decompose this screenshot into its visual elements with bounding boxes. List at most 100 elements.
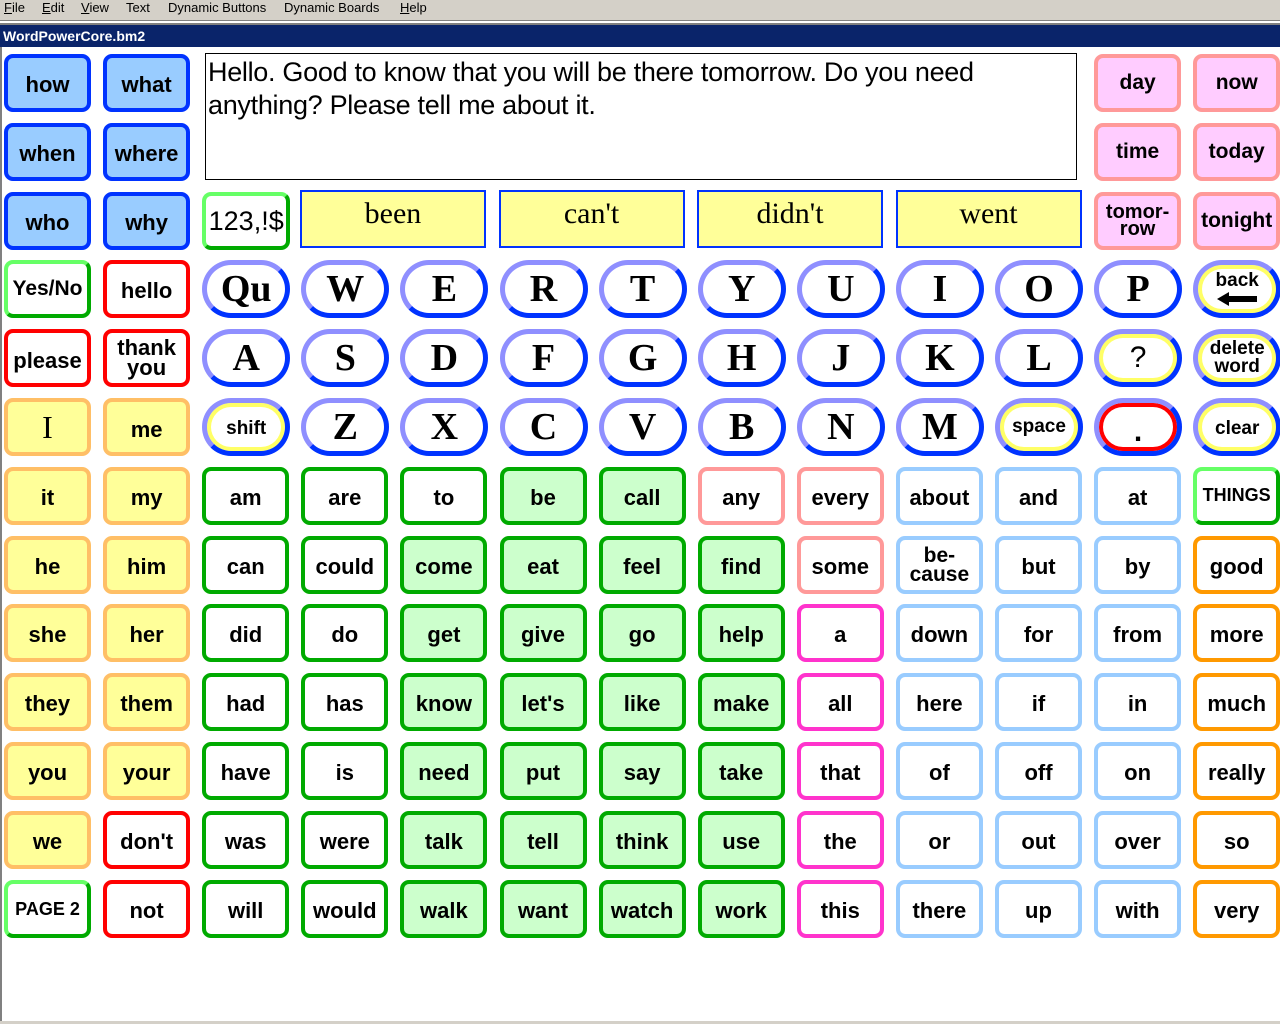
word-button-talk[interactable]: talk: [400, 810, 488, 869]
word-button-this[interactable]: this: [796, 879, 884, 938]
word-button-out[interactable]: out: [995, 810, 1082, 869]
key-t[interactable]: T: [598, 260, 687, 319]
word-button-not[interactable]: not: [103, 879, 191, 938]
word-button-more[interactable]: more: [1193, 604, 1280, 663]
key-g[interactable]: G: [598, 329, 687, 388]
word-button-at[interactable]: at: [1094, 466, 1182, 525]
question-mark-key[interactable]: ?: [1094, 329, 1183, 388]
button-day[interactable]: day: [1094, 54, 1182, 112]
word-button-will[interactable]: will: [202, 879, 290, 938]
key-k[interactable]: K: [895, 329, 984, 388]
key-o[interactable]: O: [995, 260, 1083, 319]
word-prediction-didn-t[interactable]: didn't: [697, 190, 883, 248]
word-button-get[interactable]: get: [400, 604, 488, 663]
button-time[interactable]: time: [1094, 122, 1182, 181]
word-button-here[interactable]: here: [895, 673, 983, 732]
word-button-can[interactable]: can: [202, 535, 290, 594]
word-prediction-can-t[interactable]: can't: [498, 190, 685, 248]
word-button-the[interactable]: the: [796, 810, 884, 869]
button-who[interactable]: who: [4, 191, 91, 250]
word-button-feel[interactable]: feel: [598, 535, 686, 594]
word-button-know[interactable]: know: [400, 673, 488, 732]
button-how[interactable]: how: [4, 54, 91, 112]
word-button-in[interactable]: in: [1094, 673, 1182, 732]
word-button-think[interactable]: think: [598, 810, 686, 869]
key-l[interactable]: L: [995, 329, 1083, 388]
key-p[interactable]: P: [1094, 260, 1183, 319]
key-d[interactable]: D: [400, 329, 489, 388]
word-button-but[interactable]: but: [995, 535, 1082, 594]
word-button-to[interactable]: to: [400, 466, 488, 525]
key-x[interactable]: X: [400, 398, 489, 456]
word-button-over[interactable]: over: [1094, 810, 1182, 869]
word-button-about[interactable]: about: [895, 466, 983, 525]
word-button-my[interactable]: my: [103, 466, 191, 525]
key-u[interactable]: U: [796, 260, 885, 319]
word-button-much[interactable]: much: [1193, 673, 1280, 732]
word-button-help[interactable]: help: [697, 604, 785, 663]
word-button-your[interactable]: your: [103, 742, 191, 800]
word-button-give[interactable]: give: [499, 604, 587, 663]
word-button-make[interactable]: make: [697, 673, 785, 732]
word-button-could[interactable]: could: [301, 535, 389, 594]
word-button-down[interactable]: down: [895, 604, 983, 663]
word-button-be[interactable]: be: [499, 466, 587, 525]
key-h[interactable]: H: [697, 329, 786, 388]
word-button-was[interactable]: was: [202, 810, 290, 869]
word-button-say[interactable]: say: [598, 742, 686, 800]
button-tonight[interactable]: tonight: [1193, 191, 1280, 250]
menu-dynamic-buttons[interactable]: Dynamic Buttons: [168, 0, 266, 18]
word-button-that[interactable]: that: [796, 742, 884, 800]
word-button-are[interactable]: are: [301, 466, 389, 525]
button-why[interactable]: why: [103, 191, 191, 250]
word-button-she[interactable]: she: [4, 604, 91, 663]
word-button-if[interactable]: if: [995, 673, 1082, 732]
word-button-he[interactable]: he: [4, 535, 91, 594]
key-m[interactable]: M: [895, 398, 984, 456]
word-button-good[interactable]: good: [1193, 535, 1280, 594]
word-button-be-cause[interactable]: be-cause: [895, 535, 983, 594]
word-button-don-t[interactable]: don't: [103, 810, 191, 869]
word-button-off[interactable]: off: [995, 742, 1082, 800]
word-button-let-s[interactable]: let's: [499, 673, 587, 732]
word-button-put[interactable]: put: [499, 742, 587, 800]
word-button-walk[interactable]: walk: [400, 879, 488, 938]
space-key[interactable]: space: [995, 398, 1083, 456]
word-button-would[interactable]: would: [301, 879, 389, 938]
button-me[interactable]: me: [103, 398, 191, 456]
yes-no-button[interactable]: Yes/No: [4, 260, 91, 319]
key-s[interactable]: S: [301, 329, 390, 388]
word-button-from[interactable]: from: [1094, 604, 1182, 663]
word-button-am[interactable]: am: [202, 466, 290, 525]
period-key[interactable]: .: [1094, 398, 1183, 456]
word-button-page-2[interactable]: PAGE 2: [4, 879, 91, 938]
word-button-take[interactable]: take: [697, 742, 785, 800]
word-button-every[interactable]: every: [796, 466, 884, 525]
word-button-him[interactable]: him: [103, 535, 191, 594]
key-i[interactable]: I: [895, 260, 984, 319]
numbers-punctuation-button[interactable]: 123,!$: [202, 191, 291, 250]
key-v[interactable]: V: [598, 398, 687, 456]
word-button-them[interactable]: them: [103, 673, 191, 732]
thank-you-button[interactable]: thank you: [103, 329, 191, 388]
menu-dynamic-boards[interactable]: Dynamic Boards: [284, 0, 379, 18]
word-button-has[interactable]: has: [301, 673, 389, 732]
shift-key[interactable]: shift: [202, 398, 291, 456]
key-r[interactable]: R: [499, 260, 588, 319]
word-button-up[interactable]: up: [995, 879, 1082, 938]
word-prediction-went[interactable]: went: [895, 190, 1082, 248]
menu-text[interactable]: Text: [126, 0, 150, 18]
menu-view[interactable]: View: [81, 0, 109, 18]
key-n[interactable]: N: [796, 398, 885, 456]
button-now[interactable]: now: [1193, 54, 1280, 112]
word-button-you[interactable]: you: [4, 742, 91, 800]
delete-word-key[interactable]: delete word: [1193, 329, 1280, 388]
word-button-go[interactable]: go: [598, 604, 686, 663]
word-button-or[interactable]: or: [895, 810, 983, 869]
word-button-tell[interactable]: tell: [499, 810, 587, 869]
word-button-it[interactable]: it: [4, 466, 91, 525]
key-z[interactable]: Z: [301, 398, 390, 456]
word-button-like[interactable]: like: [598, 673, 686, 732]
word-button-there[interactable]: there: [895, 879, 983, 938]
word-button-we[interactable]: we: [4, 810, 91, 869]
